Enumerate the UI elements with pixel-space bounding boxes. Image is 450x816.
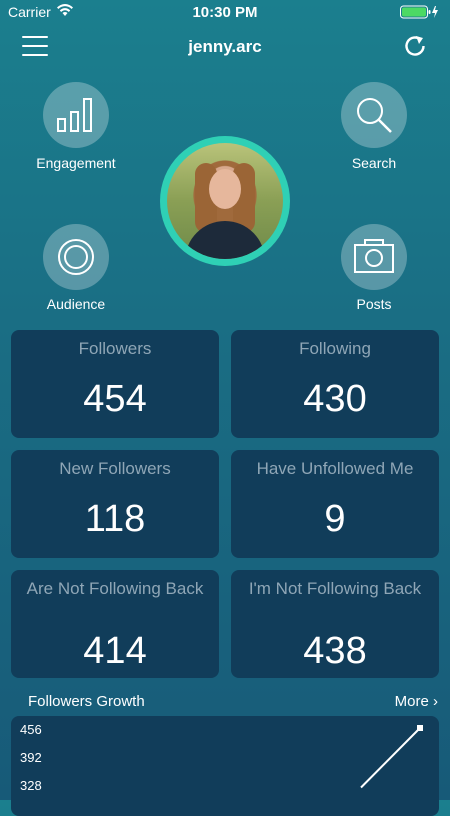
profile-avatar bbox=[167, 143, 283, 259]
audience-label: Audience bbox=[46, 296, 106, 312]
stat-value: 430 bbox=[303, 378, 367, 420]
audience-button[interactable] bbox=[43, 224, 109, 290]
more-link[interactable]: More › bbox=[395, 693, 438, 710]
engagement-label: Engagement bbox=[36, 155, 116, 171]
followers-card[interactable]: Followers 454 bbox=[11, 330, 219, 438]
stat-label: Followers bbox=[78, 339, 152, 358]
stat-label: Following bbox=[299, 339, 371, 358]
followers-growth-chart: 456 392 328 bbox=[11, 716, 439, 816]
stat-value: 438 bbox=[303, 630, 367, 672]
engagement-button[interactable] bbox=[43, 82, 109, 148]
chart-plot bbox=[360, 725, 423, 789]
unfollowed-me-card[interactable]: Have Unfollowed Me 9 bbox=[231, 450, 439, 558]
status-bar: Carrier 10:30 PM bbox=[0, 0, 450, 24]
camera-icon bbox=[354, 239, 394, 273]
target-icon bbox=[58, 239, 94, 275]
search-button[interactable] bbox=[341, 82, 407, 148]
posts-button[interactable] bbox=[341, 224, 407, 290]
growth-data-point bbox=[417, 725, 423, 731]
bar-chart-icon bbox=[57, 98, 92, 132]
stat-label: I'm Not Following Back bbox=[248, 579, 422, 598]
growth-title: Followers Growth bbox=[28, 693, 145, 710]
not-following-back-card[interactable]: Are Not Following Back 414 bbox=[11, 570, 219, 678]
stat-value: 9 bbox=[324, 498, 346, 540]
stat-label: New Followers bbox=[59, 459, 171, 478]
refresh-icon[interactable] bbox=[402, 33, 428, 59]
stat-label: Have Unfollowed Me bbox=[256, 459, 414, 478]
search-icon bbox=[357, 98, 392, 133]
nav-bar: jenny.arc bbox=[0, 30, 450, 64]
posts-label: Posts bbox=[356, 296, 392, 312]
status-time: 10:30 PM bbox=[192, 4, 258, 21]
new-followers-card[interactable]: New Followers 118 bbox=[11, 450, 219, 558]
search-label: Search bbox=[351, 155, 397, 171]
stat-label: Are Not Following Back bbox=[26, 579, 204, 598]
following-card[interactable]: Following 430 bbox=[231, 330, 439, 438]
growth-series-line bbox=[360, 727, 421, 789]
profile-avatar-ring[interactable] bbox=[160, 136, 290, 266]
stat-value: 414 bbox=[83, 630, 147, 672]
battery-icon bbox=[400, 5, 438, 19]
stat-value: 118 bbox=[84, 498, 146, 540]
page-title: jenny.arc bbox=[188, 37, 262, 56]
im-not-following-back-card[interactable]: I'm Not Following Back 438 bbox=[231, 570, 439, 678]
stat-value: 454 bbox=[83, 378, 147, 420]
